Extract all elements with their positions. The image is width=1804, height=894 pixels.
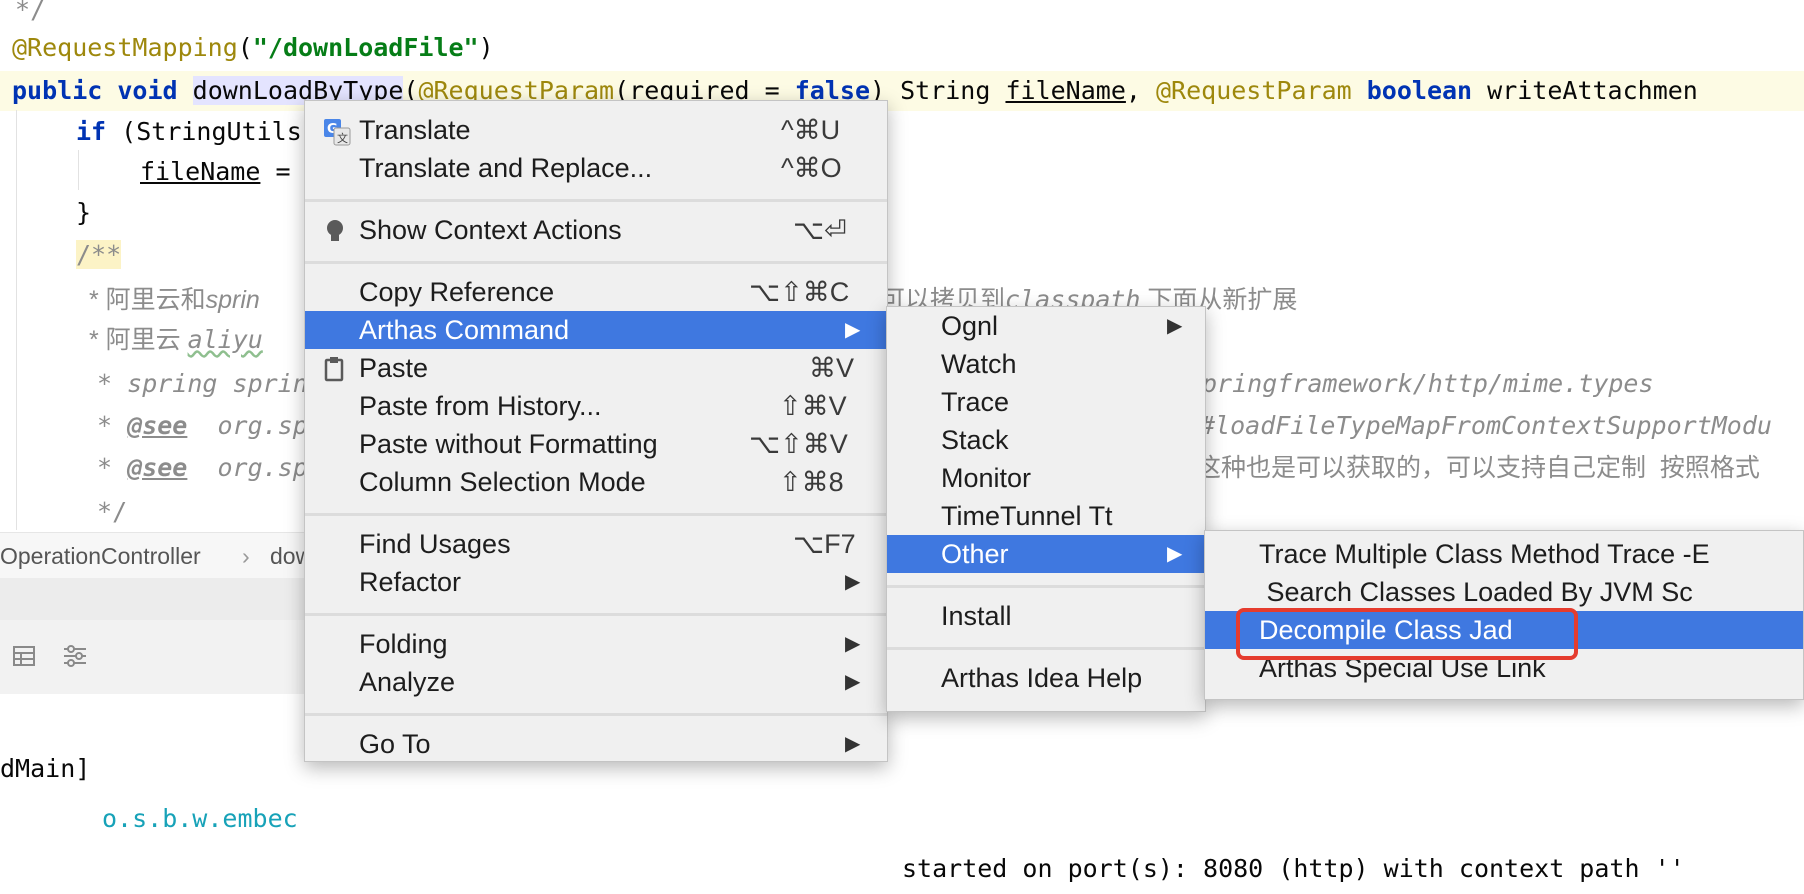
chevron-right-icon: ▶	[845, 733, 861, 755]
menu-item-folding[interactable]: Folding ▶	[305, 625, 887, 663]
menu-item-watch[interactable]: Watch	[887, 345, 1205, 383]
doc-comment-line: * @see org.sp	[82, 411, 308, 440]
console-message: started on port(s): 8080 (http) with con…	[902, 854, 1685, 883]
menu-item-paste[interactable]: Paste ⌘V	[305, 349, 887, 387]
doc-comment-line: * 阿里云 aliyu	[82, 325, 263, 354]
console-logger: o.s.b.w.embec	[102, 804, 298, 833]
menu-item-paste-without-formatting[interactable]: Paste without Formatting ⌥⇧⌘V	[305, 425, 887, 463]
code-line: }	[76, 198, 92, 227]
chevron-right-icon: ▶	[845, 319, 861, 341]
indent-guide	[78, 150, 79, 190]
console-thread: dMain]	[0, 754, 91, 783]
menu-separator	[305, 261, 887, 264]
code-line: /**	[76, 240, 122, 269]
chevron-right-icon: ▶	[845, 671, 861, 693]
breadcrumb-separator: ›	[242, 543, 250, 569]
chevron-right-icon: ▶	[1167, 543, 1183, 565]
chevron-right-icon: ▶	[845, 571, 861, 593]
menu-item-column-selection[interactable]: Column Selection Mode ⇧⌘8	[305, 463, 887, 501]
code-line: */	[0, 0, 46, 24]
menu-item-trace-multiple[interactable]: Trace Multiple Class Method Trace -E	[1205, 535, 1803, 573]
menu-item-go-to[interactable]: Go To ▶	[305, 725, 887, 763]
menu-item-paste-history[interactable]: Paste from History... ⇧⌘V	[305, 387, 887, 425]
doc-comment-line: * @see org.sp	[82, 453, 308, 482]
doc-comment-line: * 阿里云和sprin	[82, 286, 260, 314]
menu-separator	[305, 199, 887, 202]
menu-item-trace[interactable]: Trace	[887, 383, 1205, 421]
menu-item-other[interactable]: Other ▶	[887, 535, 1205, 573]
menu-item-ognl[interactable]: Ognl ▶	[887, 307, 1205, 345]
menu-separator	[887, 647, 1205, 650]
google-translate-icon: G文	[323, 118, 351, 146]
menu-item-translate[interactable]: G文 Translate ^⌘U	[305, 111, 887, 149]
menu-item-analyze[interactable]: Analyze ▶	[305, 663, 887, 701]
menu-item-monitor[interactable]: Monitor	[887, 459, 1205, 497]
code-line: if (StringUtils	[76, 117, 302, 146]
doc-comment-line: * spring sprin	[82, 369, 308, 398]
menu-item-stack[interactable]: Stack	[887, 421, 1205, 459]
settings-list-icon[interactable]	[62, 644, 88, 668]
context-menu: G文 Translate ^⌘U Translate and Replace..…	[304, 100, 888, 762]
chevron-right-icon: ▶	[845, 633, 861, 655]
code-line: */	[82, 497, 128, 526]
menu-separator	[305, 513, 887, 516]
table-icon[interactable]	[12, 644, 36, 668]
doc-comment-line-tail: pringframework/http/mime.types	[1202, 369, 1654, 398]
menu-separator	[305, 613, 887, 616]
menu-item-copy-reference[interactable]: Copy Reference ⌥⇧⌘C	[305, 273, 887, 311]
clipboard-icon	[323, 356, 347, 382]
menu-separator	[887, 585, 1205, 588]
doc-comment-line-tail: 这种也是可以获取的，可以支持自己定制 按照格式	[1196, 454, 1760, 482]
doc-comment-line-tail: #loadFileTypeMapFromContextSupportModu	[1200, 411, 1772, 440]
menu-item-find-usages[interactable]: Find Usages ⌥F7	[305, 525, 887, 563]
highlight-annotation-box	[1236, 608, 1578, 660]
menu-item-install[interactable]: Install	[887, 597, 1205, 635]
indent-guide	[16, 110, 17, 530]
menu-item-arthas-command[interactable]: Arthas Command ▶	[305, 311, 887, 349]
code-line: fileName =	[140, 157, 291, 186]
lightbulb-icon	[323, 218, 347, 242]
arthas-command-submenu: Ognl ▶ Watch Trace Stack Monitor TimeTun…	[886, 306, 1206, 712]
menu-item-timetunnel[interactable]: TimeTunnel Tt	[887, 497, 1205, 535]
menu-item-arthas-help[interactable]: Arthas Idea Help	[887, 659, 1205, 697]
menu-item-translate-replace[interactable]: Translate and Replace... ^⌘O	[305, 149, 887, 187]
menu-item-show-context-actions[interactable]: Show Context Actions ⌥⏎	[305, 211, 887, 249]
menu-separator	[305, 713, 887, 716]
code-line: @RequestMapping("/downLoadFile")	[12, 33, 494, 62]
chevron-right-icon: ▶	[1167, 315, 1183, 337]
menu-item-refactor[interactable]: Refactor ▶	[305, 563, 887, 601]
svg-text:文: 文	[337, 131, 348, 145]
breadcrumb-class[interactable]: OperationController	[0, 533, 201, 579]
menu-item-search-classes[interactable]: Search Classes Loaded By JVM Sc	[1205, 573, 1803, 611]
